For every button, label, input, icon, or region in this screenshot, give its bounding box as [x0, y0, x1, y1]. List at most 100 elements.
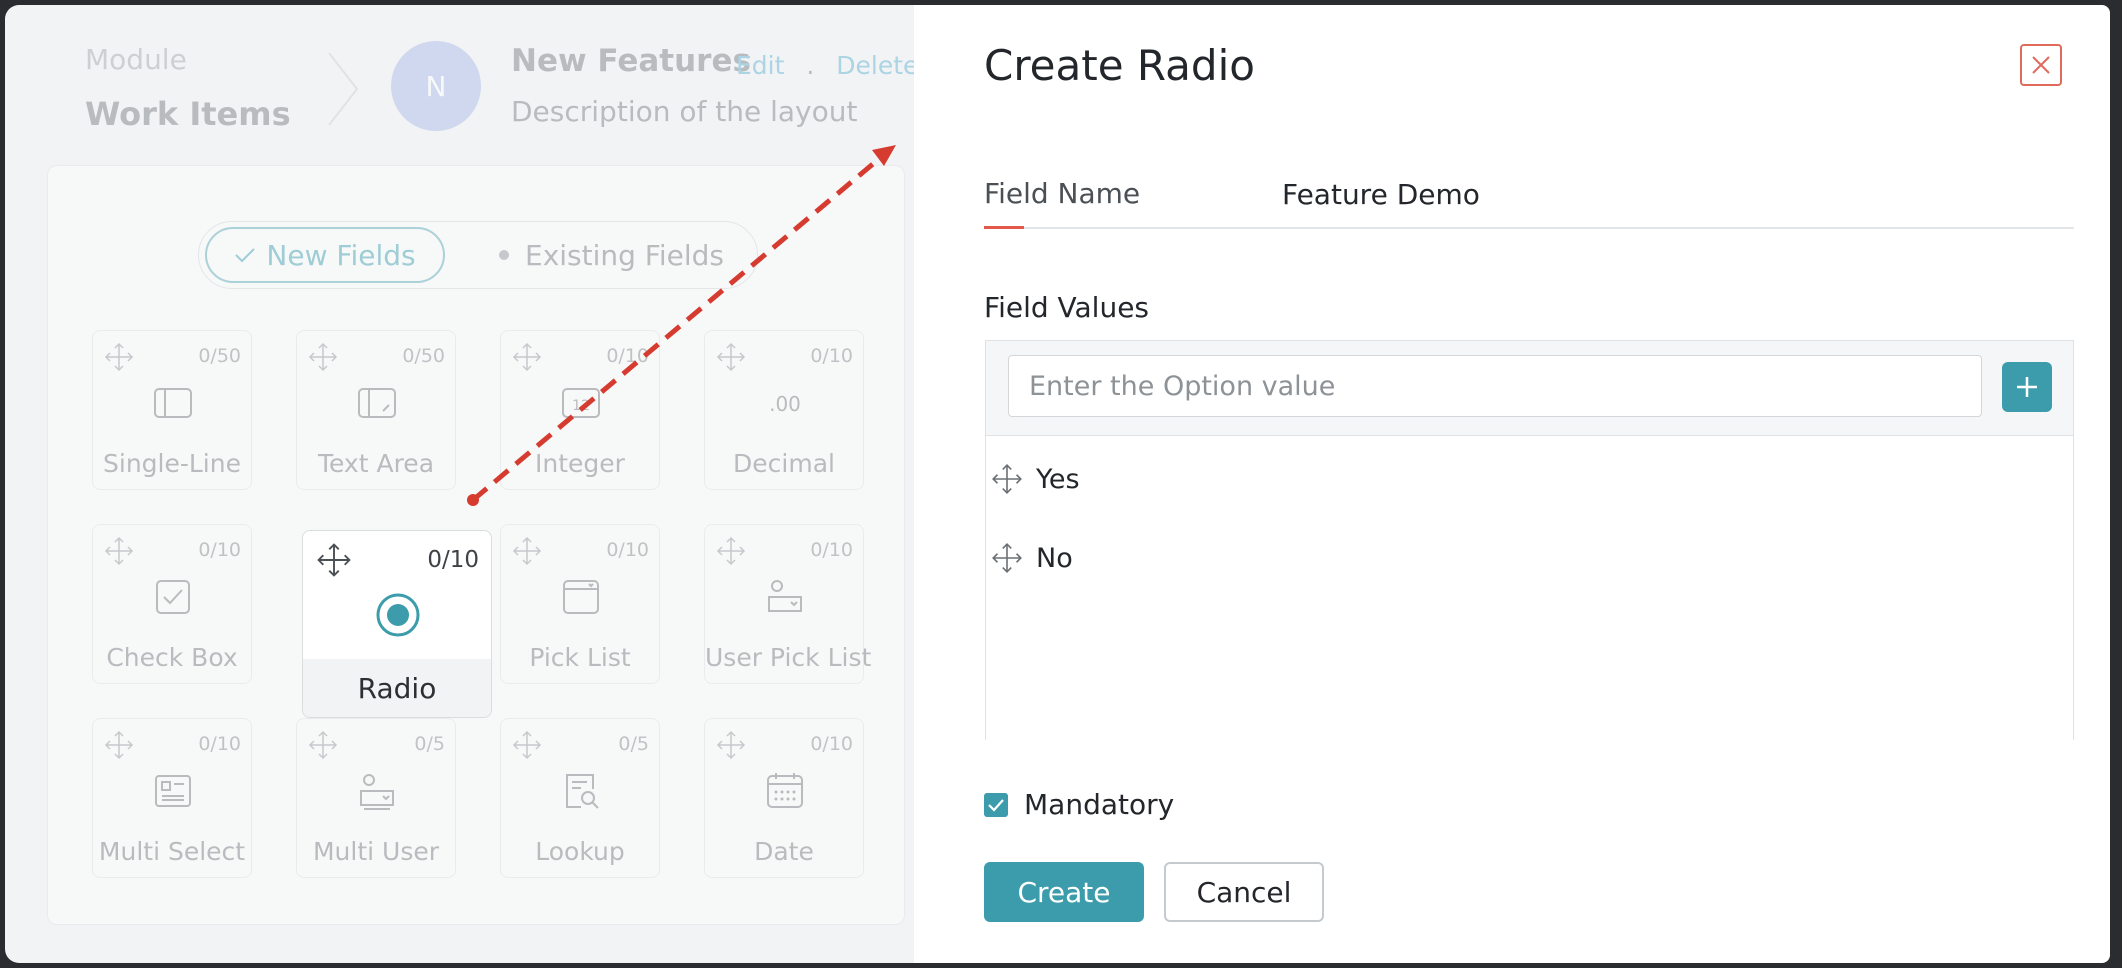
close-icon — [2032, 56, 2050, 74]
field-tile-user-pick-list[interactable]: 0/10 User Pick List — [704, 524, 872, 684]
field-count: 0/5 — [618, 733, 649, 755]
multi-user-icon — [360, 774, 394, 810]
option-label: Yes — [1036, 463, 1080, 495]
field-label: Lookup — [535, 837, 625, 866]
field-name-input[interactable] — [1282, 171, 2072, 217]
field-tile-check-box[interactable]: 0/10 Check Box — [92, 524, 252, 684]
plus-icon — [2017, 377, 2037, 397]
add-option-button[interactable] — [2002, 362, 2052, 412]
field-count: 0/50 — [198, 345, 241, 367]
existing-fields-tab[interactable]: Existing Fields — [499, 227, 724, 283]
drag-handle-icon[interactable] — [990, 541, 1024, 575]
field-count: 0/10 — [606, 539, 649, 561]
field-label: Single-Line — [103, 449, 241, 478]
field-tile-pick-list[interactable]: 0/10 Pick List — [500, 524, 660, 684]
multi-select-icon — [155, 775, 191, 807]
move-icon — [104, 342, 134, 372]
field-label: Multi User — [312, 837, 440, 866]
field-count: 0/10 — [810, 733, 853, 755]
existing-fields-label: Existing Fields — [525, 238, 725, 272]
date-icon — [767, 773, 803, 808]
text-area-icon — [358, 388, 396, 418]
integer-icon: 12 — [562, 388, 600, 418]
field-tile-radio[interactable]: 0/10 Radio — [302, 530, 492, 718]
option-entry-bar — [986, 341, 2073, 436]
field-count: 0/10 — [427, 547, 479, 573]
drag-handle-icon[interactable] — [990, 462, 1024, 496]
field-tile-multi-user[interactable]: 0/5 Multi User — [296, 718, 456, 878]
create-button[interactable]: Create — [984, 862, 1144, 922]
new-fields-label: New Fields — [266, 238, 416, 272]
link-separator: . — [806, 51, 815, 80]
check-icon — [988, 798, 1004, 812]
field-count: 0/10 — [198, 539, 241, 561]
module-label: Module — [85, 43, 187, 76]
move-icon — [716, 730, 746, 760]
field-name-label: Field Name — [984, 177, 1141, 210]
layout-editor-panel: Module Work Items N New Features Edit . … — [5, 5, 915, 963]
field-label: Pick List — [529, 643, 631, 672]
close-button[interactable] — [2020, 44, 2062, 86]
move-icon — [317, 543, 351, 577]
field-label: Check Box — [106, 643, 238, 672]
field-tile-lookup[interactable]: 0/5 Lookup — [500, 718, 660, 878]
move-icon — [716, 536, 746, 566]
field-values-label: Field Values — [984, 291, 1150, 324]
dialog-title: Create Radio — [984, 41, 1255, 90]
move-icon — [512, 730, 542, 760]
field-count: 0/10 — [198, 733, 241, 755]
field-source-toggle: New Fields Existing Fields — [198, 221, 758, 289]
layout-description: Description of the layout — [511, 95, 858, 128]
field-tile-multi-select[interactable]: 0/10 Multi Select — [92, 718, 252, 878]
field-count: 0/5 — [414, 733, 445, 755]
cancel-button[interactable]: Cancel — [1164, 862, 1324, 922]
field-label: User Pick List — [705, 643, 872, 672]
move-icon — [104, 730, 134, 760]
layout-avatar: N — [391, 41, 481, 131]
field-label: Radio — [303, 659, 491, 717]
decimal-icon: .00 — [769, 392, 801, 416]
field-tile-date[interactable]: 0/10 Date — [704, 718, 864, 878]
field-count: 0/50 — [402, 345, 445, 367]
move-icon — [512, 536, 542, 566]
move-icon — [308, 730, 338, 760]
new-fields-tab[interactable]: New Fields — [205, 227, 445, 283]
layout-title: New Features — [511, 43, 751, 79]
field-count: 0/10 — [810, 539, 853, 561]
field-tile-single-line[interactable]: 0/50 Single-Line — [92, 330, 252, 490]
checkbox-icon — [156, 580, 190, 614]
bullet-icon — [499, 250, 509, 260]
field-name-row: Field Name — [984, 171, 2074, 229]
lookup-icon — [566, 774, 599, 809]
module-name: Work Items — [85, 95, 291, 133]
option-label: No — [1036, 542, 1073, 574]
field-count: 0/10 — [810, 345, 853, 367]
pick-list-icon — [563, 580, 599, 614]
field-label: Text Area — [317, 449, 435, 478]
field-label: Integer — [535, 449, 625, 478]
option-item[interactable]: No — [986, 538, 1073, 578]
field-name-indicator — [984, 226, 1024, 229]
field-tile-text-area[interactable]: 0/50 Text Area — [296, 330, 456, 490]
move-icon — [308, 342, 338, 372]
layout-actions: Edit . Delete . — [736, 51, 915, 80]
field-values-box: Yes No — [985, 340, 2074, 740]
mandatory-row: Mandatory — [984, 788, 1174, 821]
option-value-input[interactable] — [1008, 355, 1982, 417]
field-tile-integer[interactable]: 0/10 12 Integer — [500, 330, 660, 490]
move-icon — [104, 536, 134, 566]
mandatory-label: Mandatory — [1024, 788, 1175, 821]
radio-icon — [376, 593, 420, 637]
move-icon — [716, 342, 746, 372]
field-label: Decimal — [733, 449, 835, 478]
user-pick-list-icon — [768, 580, 802, 612]
single-line-icon — [154, 388, 192, 418]
field-label: Multi Select — [98, 837, 246, 866]
mandatory-checkbox[interactable] — [984, 792, 1008, 817]
option-item[interactable]: Yes — [986, 459, 1080, 499]
delete-layout-link[interactable]: Delete — [836, 51, 915, 80]
svg-text:.00: .00 — [769, 392, 801, 416]
field-label: Date — [754, 837, 814, 866]
edit-layout-link[interactable]: Edit — [736, 51, 784, 80]
field-tile-decimal[interactable]: 0/10 .00 Decimal — [704, 330, 864, 490]
